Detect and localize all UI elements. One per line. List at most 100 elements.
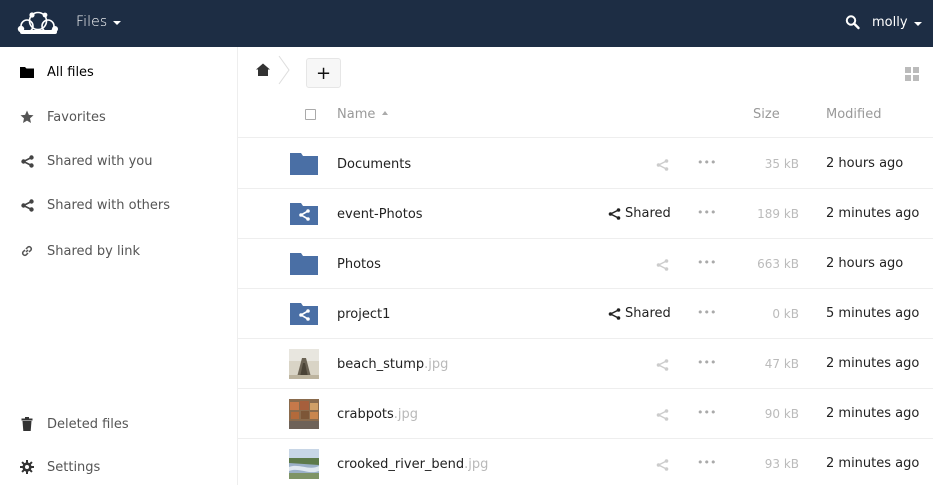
grid-view-icon[interactable] bbox=[905, 67, 919, 81]
more-actions-icon[interactable]: ••• bbox=[697, 306, 716, 319]
file-size: 189 kB bbox=[757, 207, 799, 221]
more-actions-icon[interactable]: ••• bbox=[697, 456, 716, 469]
table-header: Name Size Modified bbox=[238, 91, 933, 138]
sidebar-item-favorites[interactable]: Favorites bbox=[0, 95, 237, 139]
image-thumbnail bbox=[289, 349, 319, 379]
file-size: 47 kB bbox=[764, 357, 799, 371]
sidebar-item-label: Shared with others bbox=[47, 197, 171, 213]
file-modified: 2 minutes ago bbox=[826, 206, 920, 221]
chevron-down-icon bbox=[913, 21, 922, 26]
link-icon bbox=[19, 243, 35, 259]
new-button[interactable]: + bbox=[306, 58, 341, 88]
folder-icon bbox=[19, 64, 35, 80]
more-actions-icon[interactable]: ••• bbox=[697, 406, 716, 419]
share-icon bbox=[608, 307, 621, 320]
more-actions-icon[interactable]: ••• bbox=[697, 256, 716, 269]
sidebar-item-all-files[interactable]: All files bbox=[0, 50, 237, 94]
folder-icon bbox=[290, 153, 318, 175]
image-thumbnail bbox=[289, 399, 319, 429]
file-name[interactable]: crabpots.jpg bbox=[337, 407, 418, 422]
breadcrumb-separator bbox=[278, 55, 290, 85]
folder-icon bbox=[290, 253, 318, 275]
table-row[interactable]: Documents ••• 35 kB 2 hours ago bbox=[238, 139, 933, 189]
file-basename: crooked_river_bend bbox=[337, 457, 465, 472]
sidebar-item-label: Shared with you bbox=[47, 153, 153, 169]
file-size: 90 kB bbox=[764, 407, 799, 421]
file-modified: 2 minutes ago bbox=[826, 456, 920, 471]
column-header-modified[interactable]: Modified bbox=[826, 107, 881, 122]
shared-folder-icon bbox=[290, 303, 318, 325]
share-icon[interactable] bbox=[656, 159, 669, 171]
file-size: 663 kB bbox=[757, 257, 799, 271]
share-icon bbox=[19, 153, 35, 169]
table-row[interactable]: beach_stump.jpg ••• 47 kB 2 minutes ago bbox=[238, 339, 933, 389]
sidebar-item-label: Shared by link bbox=[47, 243, 140, 259]
more-actions-icon[interactable]: ••• bbox=[697, 356, 716, 369]
file-modified: 2 hours ago bbox=[826, 256, 904, 271]
sidebar-item-shared-with-others[interactable]: Shared with others bbox=[0, 183, 237, 227]
sidebar-item-settings[interactable]: Settings bbox=[0, 445, 237, 485]
file-basename: beach_stump bbox=[337, 357, 425, 372]
file-basename: project1 bbox=[337, 307, 391, 322]
file-modified: 5 minutes ago bbox=[826, 306, 920, 321]
file-modified: 2 minutes ago bbox=[826, 356, 920, 371]
file-extension: .jpg bbox=[424, 357, 449, 372]
app-menu-button[interactable]: Files bbox=[76, 14, 122, 30]
more-actions-icon[interactable]: ••• bbox=[697, 206, 716, 219]
sort-ascending-icon bbox=[382, 111, 388, 115]
sidebar-item-deleted-files[interactable]: Deleted files bbox=[0, 402, 237, 446]
owncloud-logo[interactable] bbox=[17, 11, 71, 35]
shared-indicator[interactable]: Shared bbox=[608, 206, 671, 221]
file-name[interactable]: Documents bbox=[337, 157, 411, 172]
sidebar-item-label: Favorites bbox=[47, 109, 106, 125]
share-icon[interactable] bbox=[656, 259, 669, 271]
table-row[interactable]: Photos ••• 663 kB 2 hours ago bbox=[238, 239, 933, 289]
table-row[interactable]: crooked_river_bend.jpg ••• 93 kB 2 minut… bbox=[238, 439, 933, 485]
share-icon[interactable] bbox=[656, 459, 669, 471]
share-icon[interactable] bbox=[656, 409, 669, 421]
user-menu[interactable]: molly bbox=[872, 15, 922, 30]
file-size: 0 kB bbox=[772, 307, 799, 321]
file-size: 35 kB bbox=[764, 157, 799, 171]
file-basename: event-Photos bbox=[337, 207, 423, 222]
file-name[interactable]: beach_stump.jpg bbox=[337, 357, 448, 372]
file-basename: crabpots bbox=[337, 407, 394, 422]
table-row[interactable]: event-Photos Shared ••• 189 kB 2 minutes… bbox=[238, 189, 933, 239]
trash-icon bbox=[19, 416, 35, 432]
share-icon bbox=[19, 197, 35, 213]
more-actions-icon[interactable]: ••• bbox=[697, 156, 716, 169]
share-icon bbox=[608, 207, 621, 220]
file-name[interactable]: event-Photos bbox=[337, 207, 423, 222]
table-row[interactable]: project1 Shared ••• 0 kB 5 minutes ago bbox=[238, 289, 933, 339]
file-modified: 2 hours ago bbox=[826, 156, 904, 171]
sidebar-item-shared-by-link[interactable]: Shared by link bbox=[0, 229, 237, 273]
controls-bar: + bbox=[238, 47, 933, 91]
user-name: molly bbox=[872, 15, 908, 30]
top-header: Files molly bbox=[0, 0, 933, 47]
file-basename: Documents bbox=[337, 157, 412, 172]
shared-label: Shared bbox=[625, 306, 671, 321]
table-row[interactable]: crabpots.jpg ••• 90 kB 2 minutes ago bbox=[238, 389, 933, 439]
search-icon[interactable] bbox=[845, 14, 861, 32]
shared-label: Shared bbox=[625, 206, 671, 221]
select-all-checkbox[interactable] bbox=[305, 109, 316, 120]
shared-indicator[interactable]: Shared bbox=[608, 306, 671, 321]
file-name[interactable]: project1 bbox=[337, 307, 390, 322]
file-name[interactable]: crooked_river_bend.jpg bbox=[337, 457, 488, 472]
image-thumbnail bbox=[289, 449, 319, 479]
file-extension: .jpg bbox=[464, 457, 489, 472]
file-size: 93 kB bbox=[764, 457, 799, 471]
app-name: Files bbox=[76, 14, 108, 30]
chevron-down-icon bbox=[113, 21, 122, 25]
share-icon[interactable] bbox=[656, 359, 669, 371]
home-icon[interactable] bbox=[256, 63, 270, 76]
sidebar-item-shared-with-you[interactable]: Shared with you bbox=[0, 139, 237, 183]
column-header-size[interactable]: Size bbox=[753, 107, 780, 122]
file-name[interactable]: Photos bbox=[337, 257, 381, 272]
column-header-name[interactable]: Name bbox=[337, 107, 375, 122]
shared-folder-icon bbox=[290, 203, 318, 225]
file-basename: Photos bbox=[337, 257, 381, 272]
star-icon bbox=[19, 109, 35, 125]
gear-icon bbox=[19, 459, 35, 475]
sidebar-item-label: Deleted files bbox=[47, 416, 129, 432]
